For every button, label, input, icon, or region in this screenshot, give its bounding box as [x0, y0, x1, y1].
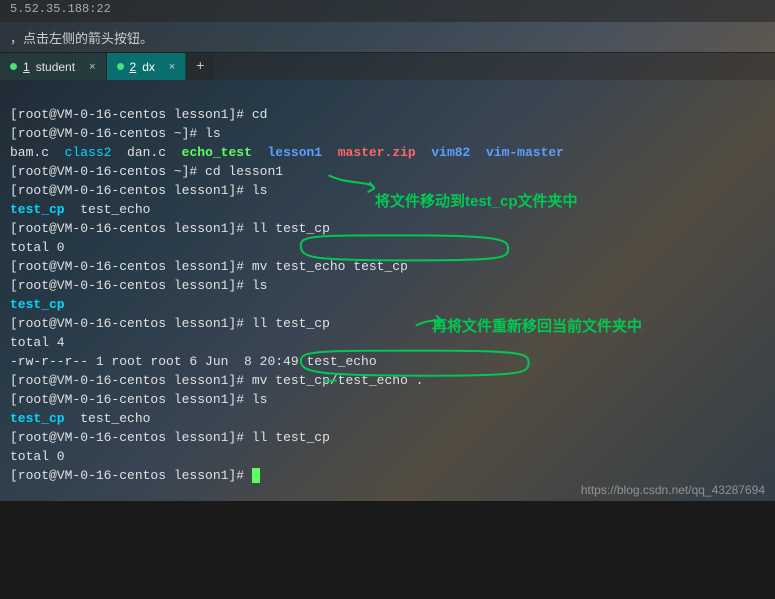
status-dot-icon [117, 63, 124, 70]
tab-label: dx [142, 60, 155, 74]
tab-dx[interactable]: 2 dx × [107, 53, 187, 80]
status-dot-icon [10, 63, 17, 70]
close-icon[interactable]: × [169, 61, 175, 73]
terminal-output[interactable]: [root@VM-0-16-centos lesson1]# cd [root@… [0, 80, 775, 501]
tab-bar: 1 student × 2 dx × + [0, 52, 775, 80]
annotation-1: 将文件移动到test_cp文件夹中 [375, 192, 578, 211]
add-tab-button[interactable]: + [186, 53, 214, 80]
ip-address: 5.52.35.188:22 [10, 2, 111, 16]
tab-number: 1 [23, 60, 30, 74]
close-icon[interactable]: × [89, 61, 95, 73]
watermark: https://blog.csdn.net/qq_43287694 [581, 483, 765, 497]
terminal-window: 5.52.35.188:22 ，点击左侧的箭头按钮。 1 student × 2… [0, 0, 775, 501]
hint-bar: ，点击左侧的箭头按钮。 [0, 22, 775, 52]
hint-text: ，点击左侧的箭头按钮。 [10, 31, 153, 46]
cursor [252, 468, 260, 483]
tab-student[interactable]: 1 student × [0, 53, 107, 80]
annotation-2: 再将文件重新移回当前文件夹中 [432, 317, 642, 336]
title-bar: 5.52.35.188:22 [0, 0, 775, 22]
tab-number: 2 [130, 60, 137, 74]
tab-label: student [36, 60, 75, 74]
plus-icon: + [196, 59, 204, 75]
